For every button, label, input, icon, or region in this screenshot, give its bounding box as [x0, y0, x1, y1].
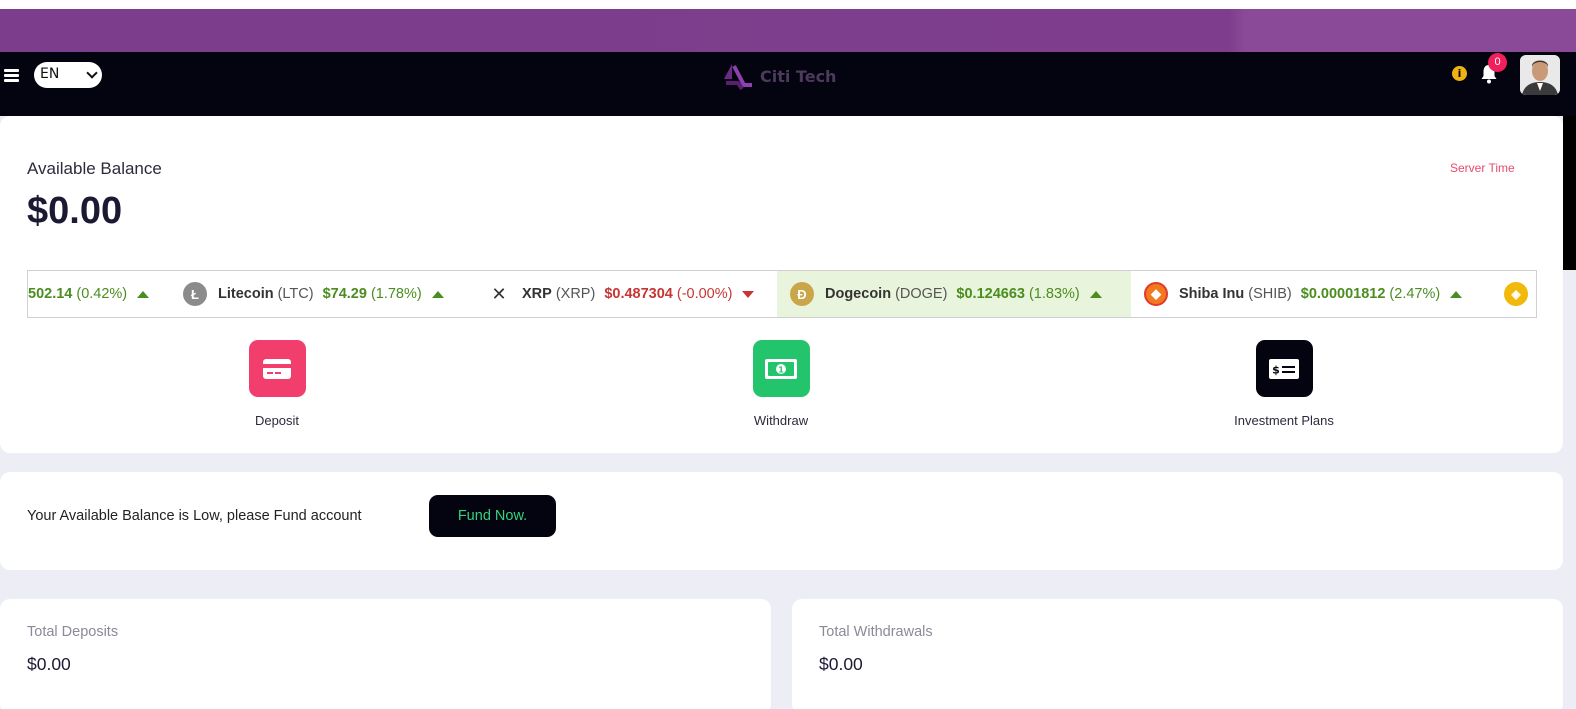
total-withdrawals-card: Total Withdrawals $0.00: [792, 599, 1563, 709]
ticker-item[interactable]: ✕ XRP (XRP) $0.487304 (-0.00%): [487, 271, 755, 317]
litecoin-icon: Ł: [183, 282, 207, 306]
ticker-item[interactable]: ◆ Shiba Inu (SHIB) $0.00001812 (2.47%): [1144, 271, 1463, 317]
ticker-price: $0.487304: [604, 286, 673, 302]
cash-icon: 1: [765, 358, 797, 379]
user-avatar-icon: [1520, 55, 1560, 95]
info-icon[interactable]: i: [1452, 66, 1467, 81]
ticker-change: (0.42%): [76, 286, 128, 302]
top-navbar: EN Citi Tech i 0: [0, 52, 1576, 116]
deposit-button[interactable]: [248, 340, 306, 397]
ticker-symbol: (SHIB): [1248, 286, 1292, 302]
arrow-up-icon: [1089, 290, 1102, 298]
balance-label: Available Balance: [27, 159, 162, 178]
total-deposits-card: Total Deposits $0.00: [0, 599, 771, 709]
dogecoin-icon: Ð: [790, 282, 814, 306]
arrow-up-icon: [137, 290, 150, 298]
svg-text:1: 1: [778, 365, 784, 374]
arrow-up-icon: [1450, 290, 1463, 298]
investment-plans-action[interactable]: $ Investment Plans: [1214, 340, 1354, 428]
xrp-icon: ✕: [491, 283, 507, 304]
credit-card-icon: [263, 358, 291, 379]
fund-now-button[interactable]: Fund Now.: [429, 495, 556, 537]
top-banner: [0, 0, 1576, 52]
ticker-change: (1.83%): [1028, 286, 1080, 302]
ticker-name: Shiba Inu: [1179, 286, 1245, 302]
withdraw-button[interactable]: 1: [752, 340, 810, 397]
ticker-price: 502.14: [28, 286, 73, 302]
ticker-name: Litecoin: [218, 286, 274, 302]
ticker-symbol: (LTC): [277, 286, 314, 302]
shiba-inu-icon: ◆: [1144, 282, 1168, 306]
total-deposits-value: $0.00: [27, 654, 71, 674]
svg-text:$: $: [1272, 363, 1280, 376]
investment-plans-button[interactable]: $: [1255, 340, 1313, 397]
ticker-symbol: (DOGE): [895, 286, 948, 302]
ticker-price: $0.00001812: [1300, 286, 1386, 302]
ticker-item[interactable]: Ł Litecoin (LTC) $74.29 (1.78%): [183, 271, 444, 317]
arrow-down-icon: [742, 290, 755, 298]
deposit-action[interactable]: Deposit: [207, 340, 347, 428]
scroll-edge: [1563, 116, 1576, 270]
balance-card: Available Balance $0.00 Server Time 502.…: [0, 116, 1563, 453]
deposit-label: Deposit: [254, 413, 300, 428]
withdraw-action[interactable]: 1 Withdraw: [711, 340, 851, 428]
investment-plans-label: Investment Plans: [1234, 413, 1334, 428]
low-balance-message: Your Available Balance is Low, please Fu…: [27, 508, 362, 524]
low-balance-card: Your Available Balance is Low, please Fu…: [0, 472, 1563, 570]
ticker-name: Dogecoin: [825, 286, 892, 302]
menu-icon[interactable]: [4, 69, 19, 82]
arrow-up-icon: [431, 290, 444, 298]
total-deposits-label: Total Deposits: [27, 624, 119, 640]
total-withdrawals-value: $0.00: [819, 654, 863, 674]
notification-badge: 0: [1488, 53, 1507, 72]
ticker-item[interactable]: Ð Dogecoin (DOGE) $0.124663 (1.83%): [777, 271, 1131, 317]
brand-logo[interactable]: Citi Tech: [722, 61, 836, 91]
ticker-symbol: (XRP): [555, 286, 596, 302]
server-time-label: Server Time: [1450, 161, 1515, 175]
total-withdrawals-label: Total Withdrawals: [819, 624, 933, 640]
avatar[interactable]: [1520, 55, 1560, 95]
balance-value: $0.00: [27, 190, 123, 232]
ticker-item[interactable]: 502.14 (0.42%): [28, 271, 150, 317]
ticker-price: $74.29: [322, 286, 367, 302]
ticker-change: (-0.00%): [676, 286, 733, 302]
check-icon: $: [1269, 358, 1299, 379]
ticker-change: (1.78%): [370, 286, 422, 302]
ticker-name: XRP: [522, 286, 552, 302]
ticker-item[interactable]: ◈: [1504, 271, 1536, 317]
binance-coin-icon: ◈: [1504, 282, 1528, 306]
chevron-down-icon: [86, 67, 98, 79]
language-value: EN: [40, 66, 60, 82]
logo-mark-icon: [724, 64, 752, 91]
ticker-change: (2.47%): [1389, 286, 1441, 302]
language-select[interactable]: EN: [34, 62, 102, 88]
brand-name: Citi Tech: [760, 66, 837, 86]
crypto-ticker: 502.14 (0.42%) Ł Litecoin (LTC) $74.29 (…: [27, 270, 1537, 318]
ticker-price: $0.124663: [956, 286, 1025, 302]
withdraw-label: Withdraw: [753, 413, 809, 428]
